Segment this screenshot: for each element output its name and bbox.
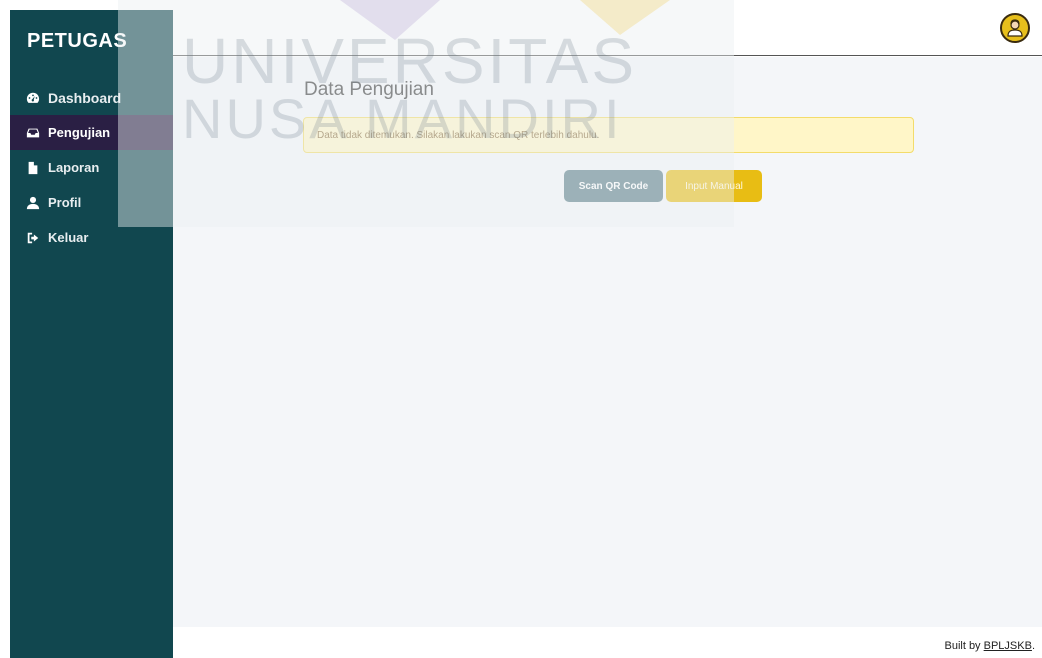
scan-qr-button[interactable]: Scan QR Code	[564, 170, 663, 202]
footer-credit: Built by BPLJSKB.	[944, 640, 1035, 652]
sidebar-item-label: Laporan	[48, 160, 100, 175]
main-content: Data Pengujian Data tidak ditemukan. Sil…	[173, 57, 1042, 627]
sidebar-item-label: Keluar	[48, 230, 89, 245]
footer-link[interactable]: BPLJSKB	[984, 640, 1032, 652]
sidebar-item-laporan[interactable]: Laporan	[10, 150, 173, 185]
sidebar-item-pengujian[interactable]: Pengujian	[10, 115, 173, 150]
sidebar-item-label: Pengujian	[48, 125, 111, 140]
alert-text: Data tidak ditemukan. Silakan lakukan sc…	[317, 129, 600, 141]
top-header	[173, 0, 1042, 56]
sidebar-item-label: Profil	[48, 195, 82, 210]
user-avatar-icon[interactable]	[1000, 13, 1030, 43]
file-icon	[26, 161, 40, 175]
sidebar-item-dashboard[interactable]: Dashboard	[10, 80, 173, 115]
user-icon	[26, 196, 40, 210]
sidebar: PETUGAS Dashboard Pengujian Laporan Prof…	[10, 10, 173, 658]
sign-out-icon	[26, 231, 40, 245]
tachometer-icon	[26, 91, 40, 105]
sidebar-brand: PETUGAS	[27, 30, 128, 52]
inbox-icon	[26, 126, 40, 140]
page-title: Data Pengujian	[304, 79, 434, 100]
sidebar-item-profil[interactable]: Profil	[10, 185, 173, 220]
user-avatar-icon-graphic	[1007, 19, 1023, 37]
footer-suffix: .	[1031, 640, 1035, 652]
sidebar-item-keluar[interactable]: Keluar	[10, 220, 173, 255]
input-manual-button[interactable]: Input Manual	[666, 170, 762, 202]
warning-alert: Data tidak ditemukan. Silakan lakukan sc…	[303, 117, 914, 153]
sidebar-nav: Dashboard Pengujian Laporan Profil Kelua…	[10, 80, 173, 255]
sidebar-item-label: Dashboard	[48, 89, 122, 106]
footer-prefix: Built by	[944, 640, 984, 652]
footer: Built by BPLJSKB.	[173, 627, 1042, 658]
